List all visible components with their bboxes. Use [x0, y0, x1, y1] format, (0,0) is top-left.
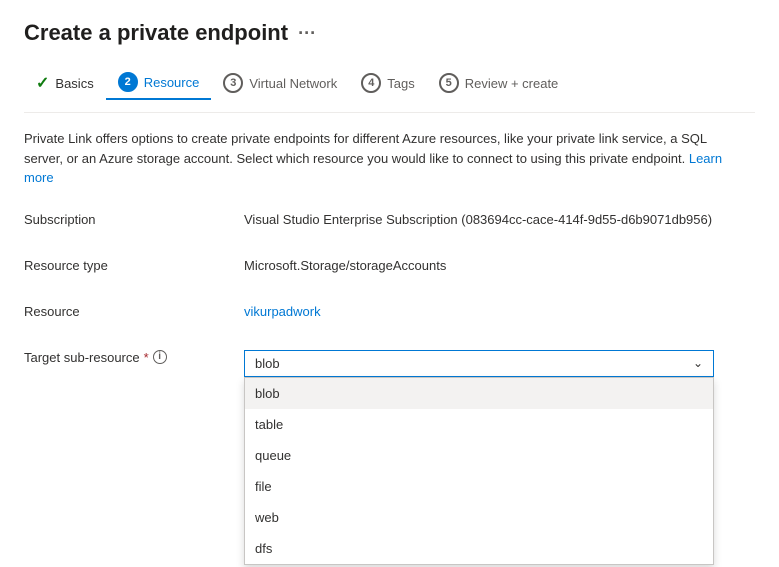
step-resource-badge: 2 [118, 72, 138, 92]
resource-type-value: Microsoft.Storage/storageAccounts [244, 254, 755, 273]
step-basics-check: ✓ [36, 73, 49, 93]
target-sub-resource-row: Target sub-resource * i blob ⌄ blobtable… [24, 346, 755, 377]
dropdown-item-web[interactable]: web [245, 502, 713, 533]
target-sub-resource-label: Target sub-resource * i [24, 346, 244, 365]
step-resource-label: Resource [144, 75, 200, 90]
step-review-create-badge: 5 [439, 73, 459, 93]
step-virtual-network-badge: 3 [223, 73, 243, 93]
target-sub-resource-dropdown-container: blob ⌄ blobtablequeuefilewebdfs [244, 346, 755, 377]
step-review-create-label: Review + create [465, 76, 559, 91]
resource-label: Resource [24, 300, 244, 319]
resource-type-row: Resource type Microsoft.Storage/storageA… [24, 254, 755, 282]
subscription-value: Visual Studio Enterprise Subscription (0… [244, 208, 755, 227]
page-title-text: Create a private endpoint [24, 20, 288, 46]
step-tags-label: Tags [387, 76, 414, 91]
info-text: Private Link offers options to create pr… [24, 129, 744, 188]
target-sub-resource-dropdown[interactable]: blob ⌄ blobtablequeuefilewebdfs [244, 350, 714, 377]
dropdown-selected-text: blob [255, 356, 280, 371]
step-virtual-network-label: Virtual Network [249, 76, 337, 91]
subscription-label: Subscription [24, 208, 244, 227]
dropdown-selected-value[interactable]: blob ⌄ [244, 350, 714, 377]
dropdown-item-dfs[interactable]: dfs [245, 533, 713, 564]
resource-row: Resource vikurpadwork [24, 300, 755, 328]
page-title: Create a private endpoint ··· [24, 20, 755, 46]
chevron-down-icon: ⌄ [693, 356, 703, 370]
dropdown-item-queue[interactable]: queue [245, 440, 713, 471]
step-resource[interactable]: 2 Resource [106, 66, 212, 100]
step-virtual-network[interactable]: 3 Virtual Network [211, 67, 349, 99]
wizard-steps: ✓ Basics 2 Resource 3 Virtual Network 4 … [24, 66, 755, 113]
dropdown-list: blobtablequeuefilewebdfs [244, 377, 714, 565]
step-review-create[interactable]: 5 Review + create [427, 67, 571, 99]
required-marker: * [144, 350, 149, 365]
step-basics[interactable]: ✓ Basics [24, 67, 106, 99]
step-basics-label: Basics [55, 76, 93, 91]
subscription-row: Subscription Visual Studio Enterprise Su… [24, 208, 755, 236]
info-icon[interactable]: i [153, 350, 167, 364]
resource-value: vikurpadwork [244, 300, 755, 319]
resource-type-label: Resource type [24, 254, 244, 273]
dropdown-item-blob[interactable]: blob [245, 378, 713, 409]
dropdown-item-file[interactable]: file [245, 471, 713, 502]
step-tags[interactable]: 4 Tags [349, 67, 426, 99]
step-tags-badge: 4 [361, 73, 381, 93]
dropdown-item-table[interactable]: table [245, 409, 713, 440]
ellipsis-menu[interactable]: ··· [298, 23, 316, 44]
